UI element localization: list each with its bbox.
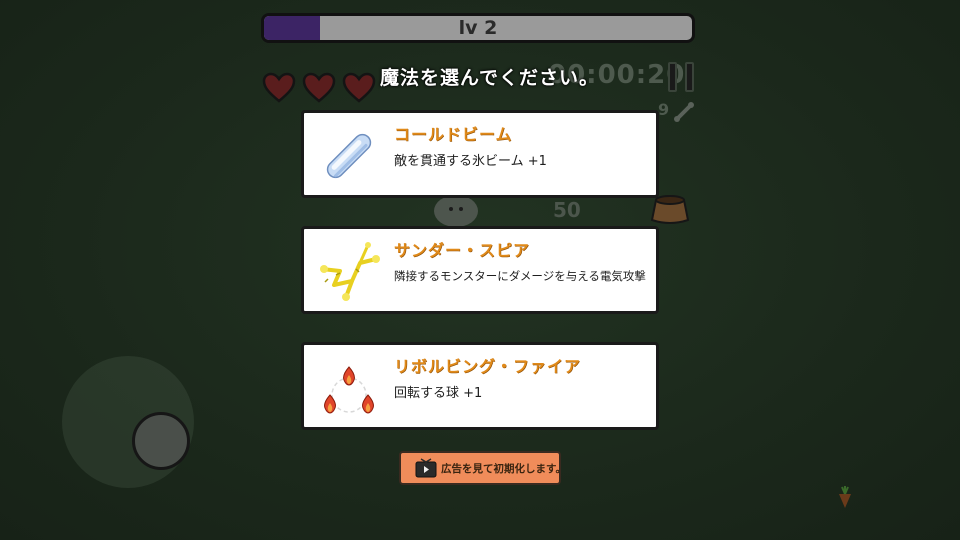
player-character xyxy=(434,195,478,227)
spell-card-revolving-fire[interactable]: リボルビング・ファイア 回転する球 +1 xyxy=(301,342,659,430)
spell-description: 回転する球 +1 xyxy=(394,386,483,401)
bone-icon xyxy=(674,102,694,122)
eye xyxy=(459,207,463,211)
coin-count: 50 xyxy=(553,198,581,222)
revolving-fire-icon xyxy=(324,366,374,414)
spell-select-title: 魔法を選んでください。 xyxy=(380,67,600,89)
level-label: lv 2 xyxy=(458,17,498,39)
spell-card-thunder-spear[interactable]: サンダー・スピア 隣接するモンスターにダメージを与える電気攻撃 xyxy=(301,226,659,314)
tv-play-icon xyxy=(415,458,437,478)
spell-card-cold-beam[interactable]: コールドビーム 敵を貫通する氷ビーム +1 xyxy=(301,110,659,198)
virtual-joystick-knob[interactable] xyxy=(132,412,190,470)
game-screen: lv 2 00:00:20 9 50 魔法を選んでください。 コールドビーム 敵… xyxy=(0,0,960,540)
kill-count: 9 xyxy=(658,100,670,119)
spell-name: サンダー・スピア xyxy=(394,241,531,260)
heart-icon xyxy=(342,72,376,103)
watch-ad-reroll-button[interactable]: 広告を見て初期化します。 xyxy=(399,451,566,485)
spell-description: 隣接するモンスターにダメージを与える電気攻撃 xyxy=(394,269,646,283)
ad-button-label: 広告を見て初期化します。 xyxy=(441,463,566,475)
spell-description: 敵を貫通する氷ビーム +1 xyxy=(394,154,547,169)
pause-button[interactable] xyxy=(668,62,696,92)
spell-name: コールドビーム xyxy=(394,125,513,144)
health-hearts xyxy=(262,72,376,104)
carrot-icon xyxy=(839,486,851,508)
spell-name: リボルビング・ファイア xyxy=(394,357,582,376)
eye xyxy=(449,207,453,211)
heart-icon xyxy=(302,72,336,103)
level-progress-bar: lv 2 xyxy=(261,13,695,43)
ice-beam-icon xyxy=(326,133,372,179)
heart-icon xyxy=(262,72,296,103)
lightning-spear-icon xyxy=(320,242,380,301)
